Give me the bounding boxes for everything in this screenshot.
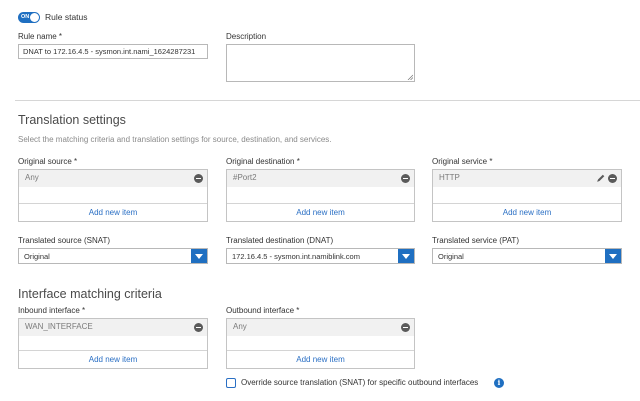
add-new-item-link[interactable]: Add new item	[433, 204, 621, 222]
select-value: 172.16.4.5 - sysmon.int.namiblink.com	[232, 252, 360, 261]
minus-circle-icon[interactable]	[194, 323, 203, 332]
outbound-interface-list: Any Add new item	[226, 318, 415, 369]
list-item: Any	[227, 319, 414, 336]
rule-status-toggle[interactable]: ON	[18, 12, 40, 23]
original-service-label: Original service *	[432, 157, 493, 166]
rule-name-input[interactable]: DNAT to 172.16.4.5 - sysmon.int.nami_162…	[18, 44, 208, 59]
translated-service-select[interactable]: Original	[432, 248, 622, 264]
list-item-text: WAN_INTERFACE	[25, 322, 93, 331]
list-item: Any	[19, 170, 207, 187]
original-service-list: HTTP Add new item	[432, 169, 622, 222]
list-item-text: HTTP	[439, 173, 460, 182]
minus-circle-icon[interactable]	[401, 323, 410, 332]
add-new-item-row: Add new item	[19, 350, 207, 368]
rule-status-label: Rule status	[45, 12, 88, 22]
outbound-interface-label: Outbound interface *	[226, 306, 300, 315]
select-value: Original	[438, 252, 464, 261]
add-new-item-row: Add new item	[433, 203, 621, 221]
translation-settings-description: Select the matching criteria and transla…	[18, 135, 332, 144]
add-new-item-link[interactable]: Add new item	[19, 351, 207, 369]
toggle-knob	[30, 13, 39, 22]
override-snat-checkbox[interactable]	[226, 378, 236, 388]
pencil-icon[interactable]	[596, 173, 606, 183]
list-item-text: Any	[233, 322, 247, 331]
original-destination-label: Original destination *	[226, 157, 300, 166]
list-item: WAN_INTERFACE	[19, 319, 207, 336]
list-item: #Port2	[227, 170, 414, 187]
select-value: Original	[24, 252, 50, 261]
info-icon[interactable]: i	[494, 378, 504, 388]
chevron-down-icon[interactable]	[191, 249, 207, 263]
resize-grip-icon[interactable]	[407, 74, 413, 80]
original-source-label: Original source *	[18, 157, 78, 166]
list-item-text: Any	[25, 173, 39, 182]
translated-source-label: Translated source (SNAT)	[18, 236, 111, 245]
minus-circle-icon[interactable]	[194, 174, 203, 183]
list-item-text: #Port2	[233, 173, 257, 182]
add-new-item-link[interactable]: Add new item	[227, 204, 414, 222]
inbound-interface-label: Inbound interface *	[18, 306, 86, 315]
minus-circle-icon[interactable]	[401, 174, 410, 183]
minus-circle-icon[interactable]	[608, 174, 617, 183]
translated-service-label: Translated service (PAT)	[432, 236, 519, 245]
inbound-interface-list: WAN_INTERFACE Add new item	[18, 318, 208, 369]
section-divider	[15, 100, 640, 101]
rule-name-label: Rule name *	[18, 32, 63, 41]
toggle-on-text: ON	[21, 14, 30, 20]
original-source-list: Any Add new item	[18, 169, 208, 222]
override-snat-label: Override source translation (SNAT) for s…	[241, 378, 479, 387]
description-textarea[interactable]	[226, 44, 415, 82]
chevron-down-icon[interactable]	[398, 249, 414, 263]
add-new-item-row: Add new item	[227, 203, 414, 221]
original-destination-list: #Port2 Add new item	[226, 169, 415, 222]
translation-settings-title: Translation settings	[18, 113, 126, 127]
interface-matching-title: Interface matching criteria	[18, 287, 162, 301]
add-new-item-link[interactable]: Add new item	[19, 204, 207, 222]
translated-destination-label: Translated destination (DNAT)	[226, 236, 334, 245]
list-item: HTTP	[433, 170, 621, 187]
add-new-item-link[interactable]: Add new item	[227, 351, 414, 369]
translated-destination-select[interactable]: 172.16.4.5 - sysmon.int.namiblink.com	[226, 248, 415, 264]
add-new-item-row: Add new item	[227, 350, 414, 368]
add-new-item-row: Add new item	[19, 203, 207, 221]
description-label: Description	[226, 32, 267, 41]
translated-source-select[interactable]: Original	[18, 248, 208, 264]
chevron-down-icon[interactable]	[605, 249, 621, 263]
